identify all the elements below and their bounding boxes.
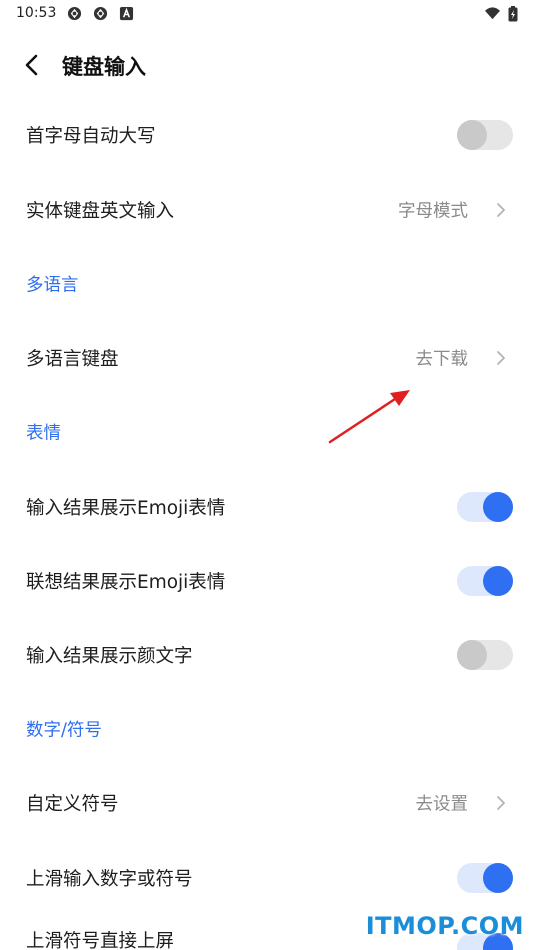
setting-row-emoji-result: 输入结果展示Emoji表情: [0, 477, 534, 537]
section-label: 数字/符号: [26, 720, 102, 741]
section-label: 多语言: [26, 275, 79, 296]
setting-label: 自定义符号: [26, 794, 119, 815]
swipe-numbers-toggle[interactable]: [457, 863, 513, 893]
kaomoji-toggle[interactable]: [457, 640, 513, 670]
toggle-knob: [483, 566, 513, 596]
setting-label: 输入结果展示Emoji表情: [26, 498, 226, 519]
sync-icon: [67, 6, 82, 21]
auto-capitalize-toggle[interactable]: [457, 120, 513, 150]
page-title: 键盘输入: [62, 55, 146, 79]
sync-icon: [93, 6, 108, 21]
settings-screen: 10:53 键盘输入 首字母自动大写 实体键盘英文输入 字母模式 多语言 多语言…: [0, 0, 534, 950]
status-bar: 10:53: [0, 0, 534, 28]
battery-icon: [508, 6, 518, 22]
section-header-emoji: 表情: [0, 402, 534, 462]
setting-value: 去下载: [415, 349, 469, 370]
setting-label: 上滑符号直接上屏: [26, 931, 175, 950]
setting-value: 去设置: [415, 794, 469, 815]
header: 键盘输入: [0, 40, 534, 90]
setting-label: 首字母自动大写: [26, 126, 156, 147]
wifi-icon: [485, 7, 500, 20]
status-time: 10:53: [16, 5, 57, 21]
emoji-result-toggle[interactable]: [457, 492, 513, 522]
setting-row-multilanguage-keyboard[interactable]: 多语言键盘 去下载: [0, 328, 534, 388]
chevron-left-icon: [25, 54, 38, 76]
watermark: ITMOP.COM: [365, 912, 524, 940]
red-arrow-icon: [328, 390, 410, 444]
notification-icon: [119, 6, 134, 21]
chevron-right-icon: [497, 203, 505, 217]
setting-value: 字母模式: [398, 201, 468, 222]
setting-row-auto-capitalize: 首字母自动大写: [0, 105, 534, 165]
toggle-knob: [457, 120, 487, 150]
toggle-knob: [483, 492, 513, 522]
setting-label: 实体键盘英文输入: [26, 201, 175, 222]
toggle-knob: [483, 863, 513, 893]
section-header-numbers-symbols: 数字/符号: [0, 699, 534, 759]
setting-label: 联想结果展示Emoji表情: [26, 572, 226, 593]
setting-row-physical-keyboard[interactable]: 实体键盘英文输入 字母模式: [0, 180, 534, 240]
chevron-right-icon: [497, 796, 505, 810]
setting-label: 输入结果展示颜文字: [26, 646, 193, 667]
back-button[interactable]: [16, 50, 50, 80]
setting-label: 多语言键盘: [26, 349, 119, 370]
setting-row-kaomoji: 输入结果展示颜文字: [0, 625, 534, 685]
section-header-multilanguage: 多语言: [0, 254, 534, 314]
toggle-knob: [457, 640, 487, 670]
setting-row-custom-symbols[interactable]: 自定义符号 去设置: [0, 773, 534, 833]
section-label: 表情: [26, 423, 61, 444]
setting-row-swipe-numbers: 上滑输入数字或符号: [0, 848, 534, 908]
chevron-right-icon: [497, 351, 505, 365]
emoji-suggestion-toggle[interactable]: [457, 566, 513, 596]
setting-row-emoji-suggestion: 联想结果展示Emoji表情: [0, 551, 534, 611]
setting-label: 上滑输入数字或符号: [26, 869, 193, 890]
